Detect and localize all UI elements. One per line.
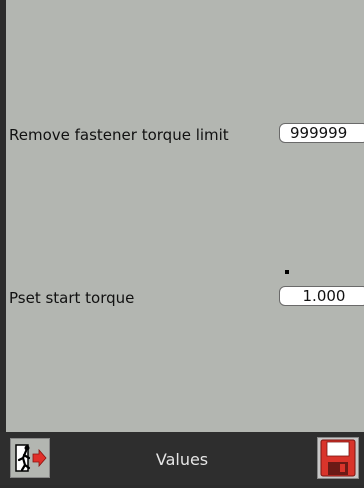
bottom-toolbar: Values — [0, 432, 364, 485]
field-row-pset-start-torque: Pset start torque 1.000 — [6, 284, 364, 312]
save-icon — [320, 439, 356, 477]
toolbar-title: Values — [155, 450, 209, 469]
save-button[interactable] — [317, 437, 359, 479]
field-row-remove-fastener-torque-limit: Remove fastener torque limit 999999 — [6, 121, 364, 149]
field-label-pset-start-torque: Pset start torque — [9, 289, 135, 307]
field-value-pset-start-torque[interactable]: 1.000 — [279, 286, 364, 306]
field-label-remove-fastener-torque-limit: Remove fastener torque limit — [9, 126, 229, 144]
exit-icon — [15, 444, 47, 472]
field-value-remove-fastener-torque-limit[interactable]: 999999 — [279, 123, 364, 143]
exit-button[interactable] — [10, 438, 50, 478]
cursor-dot — [285, 270, 289, 274]
values-screen: Remove fastener torque limit 999999 Pset… — [6, 0, 364, 432]
